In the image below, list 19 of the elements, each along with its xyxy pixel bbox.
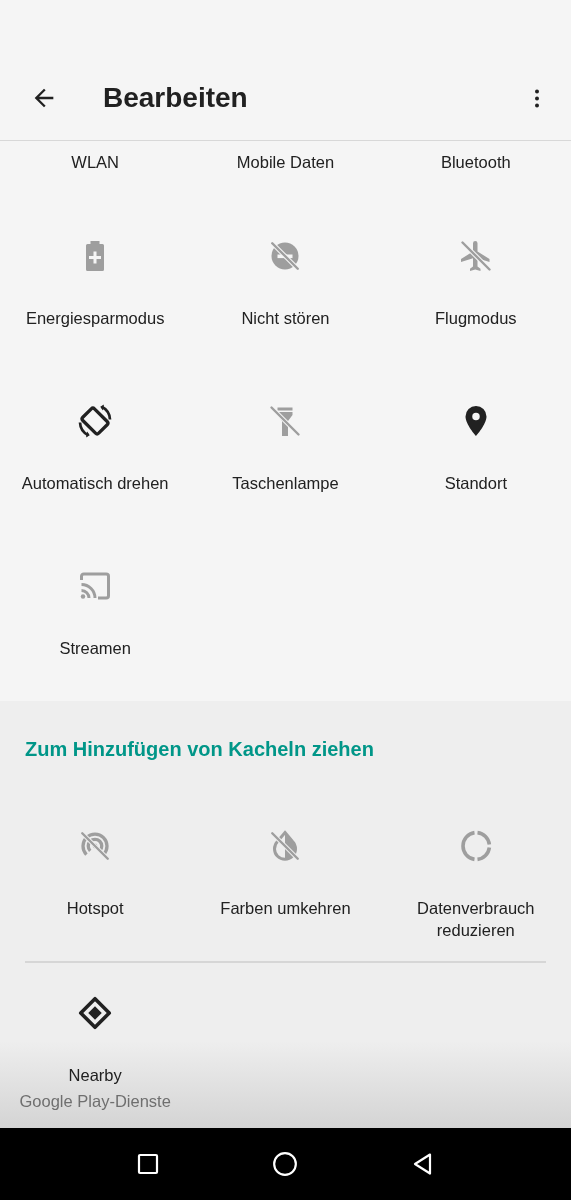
tile-label: Streamen xyxy=(58,637,132,659)
circle-icon xyxy=(272,1150,299,1177)
tile-label: Energiesparmodus xyxy=(24,307,166,329)
tile-label: Farben umkehren xyxy=(219,897,352,919)
square-icon xyxy=(136,1151,161,1176)
tile-label: Taschenlampe xyxy=(231,472,340,494)
tile-label: Standort xyxy=(443,472,508,494)
screen-title: Bearbeiten xyxy=(103,82,248,114)
tile-label: Flugmodus xyxy=(434,307,518,329)
tile-label: WLAN xyxy=(70,151,120,173)
tile-subtitle: Google Play-Dienste xyxy=(19,1090,171,1112)
tile-label: Hotspot xyxy=(65,897,125,919)
tile-label: Bluetooth xyxy=(439,151,512,173)
section-heading: Zum Hinzufügen von Kacheln ziehen xyxy=(24,736,375,762)
tile-label: Mobile Daten xyxy=(235,151,336,173)
tile-label: Nicht stören xyxy=(240,307,331,329)
tile-label: Nearby xyxy=(67,1064,123,1086)
tile-label: Automatisch drehen xyxy=(20,472,170,494)
tile-label: Datenverbrauch reduzieren xyxy=(416,897,536,941)
